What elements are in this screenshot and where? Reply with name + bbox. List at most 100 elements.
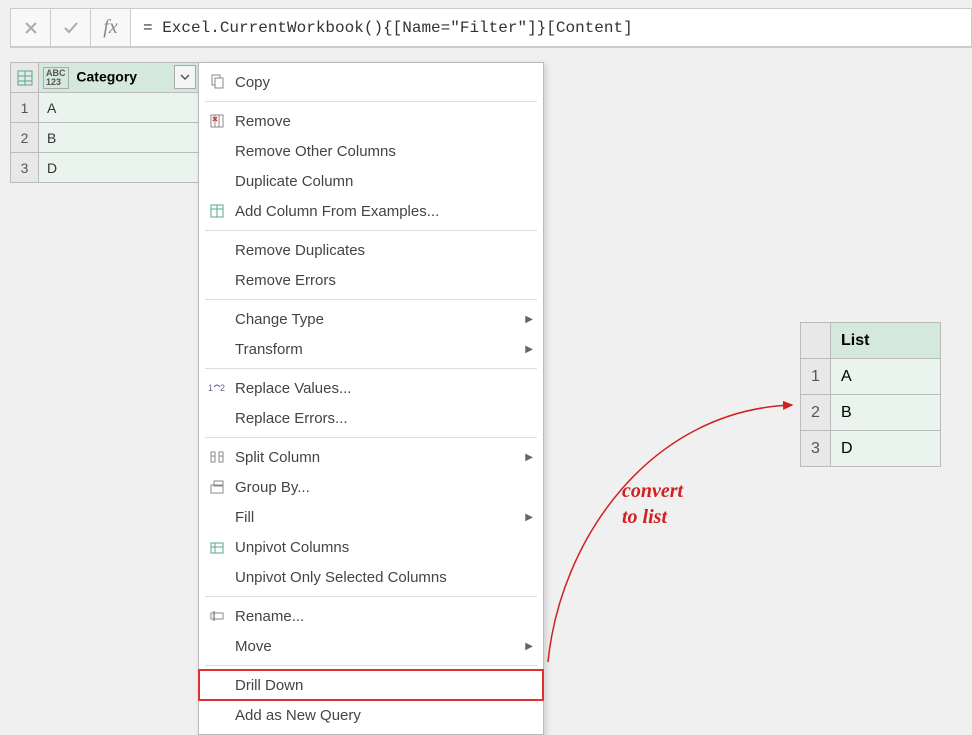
list-row[interactable]: 1 A <box>801 359 941 395</box>
table-corner[interactable] <box>11 63 39 93</box>
menu-item-remove-errors[interactable]: Remove Errors <box>199 265 543 295</box>
list-row[interactable]: 2 B <box>801 395 941 431</box>
menu-separator <box>205 101 537 102</box>
menu-item-label: Add Column From Examples... <box>235 203 533 220</box>
menu-item-copy[interactable]: Copy <box>199 67 543 97</box>
menu-item-label: Rename... <box>235 608 533 625</box>
annotation-line: convert <box>622 480 683 502</box>
menu-item-add-as-new-query[interactable]: Add as New Query <box>199 700 543 730</box>
menu-item-replace-values[interactable]: 12Replace Values... <box>199 373 543 403</box>
formula-input[interactable]: = Excel.CurrentWorkbook(){[Name="Filter"… <box>130 8 972 47</box>
menu-item-add-column-from-examples[interactable]: Add Column From Examples... <box>199 196 543 226</box>
annotation-line: to list <box>622 506 667 528</box>
menu-item-duplicate-column[interactable]: Duplicate Column <box>199 166 543 196</box>
confirm-formula-button[interactable] <box>50 8 90 47</box>
column-filter-dropdown[interactable] <box>174 65 196 89</box>
menu-item-rename[interactable]: Rename... <box>199 601 543 631</box>
list-corner <box>801 323 831 359</box>
list-header[interactable]: List <box>831 323 941 359</box>
menu-item-remove-other-columns[interactable]: Remove Other Columns <box>199 136 543 166</box>
remove-icon <box>199 113 235 129</box>
menu-item-label: Replace Values... <box>235 380 533 397</box>
svg-text:1: 1 <box>208 383 213 393</box>
table-icon <box>17 70 33 86</box>
menu-item-label: Change Type <box>235 311 525 328</box>
menu-item-label: Add as New Query <box>235 707 533 724</box>
fx-button[interactable]: fx <box>90 8 130 47</box>
menu-item-unpivot-columns[interactable]: Unpivot Columns <box>199 532 543 562</box>
menu-item-label: Remove Errors <box>235 272 533 289</box>
check-icon <box>63 21 79 35</box>
replace-icon: 12 <box>199 381 235 395</box>
menu-separator <box>205 299 537 300</box>
menu-item-label: Copy <box>235 74 533 91</box>
menu-item-change-type[interactable]: Change Type▶ <box>199 304 543 334</box>
menu-item-replace-errors[interactable]: Replace Errors... <box>199 403 543 433</box>
submenu-arrow-icon: ▶ <box>525 512 533 523</box>
row-number: 3 <box>801 431 831 467</box>
menu-item-drill-down[interactable]: Drill Down <box>199 670 543 700</box>
submenu-arrow-icon: ▶ <box>525 344 533 355</box>
annotation-arrow <box>540 390 810 670</box>
menu-item-label: Duplicate Column <box>235 173 533 190</box>
result-list-table: List 1 A 2 B 3 D <box>800 322 941 467</box>
menu-item-label: Group By... <box>235 479 533 496</box>
menu-separator <box>205 230 537 231</box>
list-value[interactable]: D <box>831 431 941 467</box>
menu-item-label: Remove Other Columns <box>235 143 533 160</box>
menu-item-label: Unpivot Columns <box>235 539 533 556</box>
menu-item-label: Replace Errors... <box>235 410 533 427</box>
group-icon <box>199 479 235 495</box>
menu-item-label: Fill <box>235 509 525 526</box>
split-icon <box>199 449 235 465</box>
submenu-arrow-icon: ▶ <box>525 452 533 463</box>
unpivot-icon <box>199 539 235 555</box>
menu-item-transform[interactable]: Transform▶ <box>199 334 543 364</box>
row-number: 1 <box>11 93 39 123</box>
cell-value[interactable]: B <box>39 123 199 153</box>
menu-separator <box>205 665 537 666</box>
column-header-category[interactable]: ABC123 Category <box>39 63 199 93</box>
menu-item-fill[interactable]: Fill▶ <box>199 502 543 532</box>
menu-item-move[interactable]: Move▶ <box>199 631 543 661</box>
menu-item-remove-duplicates[interactable]: Remove Duplicates <box>199 235 543 265</box>
context-menu: Copy Remove Remove Other Columns Duplicate … <box>198 62 544 735</box>
table-row[interactable]: 2 B <box>11 123 199 153</box>
menu-item-remove[interactable]: Remove <box>199 106 543 136</box>
menu-item-label: Move <box>235 638 525 655</box>
cell-value[interactable]: D <box>39 153 199 183</box>
annotation-text: convert to list <box>622 478 683 530</box>
source-table: ABC123 Category 1 A 2 B 3 D <box>10 62 199 183</box>
menu-item-label: Transform <box>235 341 525 358</box>
menu-separator <box>205 368 537 369</box>
chevron-down-icon <box>180 74 190 80</box>
row-number: 3 <box>11 153 39 183</box>
list-value[interactable]: A <box>831 359 941 395</box>
addcol-icon <box>199 203 235 219</box>
table-row[interactable]: 3 D <box>11 153 199 183</box>
list-value[interactable]: B <box>831 395 941 431</box>
cancel-formula-button[interactable] <box>10 8 50 47</box>
column-header-label: Category <box>76 68 137 84</box>
rename-icon <box>199 608 235 624</box>
row-number: 2 <box>801 395 831 431</box>
menu-item-unpivot-only-selected-columns[interactable]: Unpivot Only Selected Columns <box>199 562 543 592</box>
row-number: 2 <box>11 123 39 153</box>
menu-item-split-column[interactable]: Split Column▶ <box>199 442 543 472</box>
menu-separator <box>205 437 537 438</box>
menu-item-label: Remove Duplicates <box>235 242 533 259</box>
table-row[interactable]: 1 A <box>11 93 199 123</box>
type-any-icon: ABC123 <box>43 67 69 89</box>
menu-item-label: Split Column <box>235 449 525 466</box>
menu-separator <box>205 596 537 597</box>
formula-bar: fx = Excel.CurrentWorkbook(){[Name="Filt… <box>10 8 972 48</box>
list-row[interactable]: 3 D <box>801 431 941 467</box>
menu-item-label: Unpivot Only Selected Columns <box>235 569 533 586</box>
row-number: 1 <box>801 359 831 395</box>
menu-item-label: Drill Down <box>235 677 533 694</box>
submenu-arrow-icon: ▶ <box>525 641 533 652</box>
cell-value[interactable]: A <box>39 93 199 123</box>
menu-item-group-by[interactable]: Group By... <box>199 472 543 502</box>
submenu-arrow-icon: ▶ <box>525 314 533 325</box>
x-icon <box>24 21 38 35</box>
